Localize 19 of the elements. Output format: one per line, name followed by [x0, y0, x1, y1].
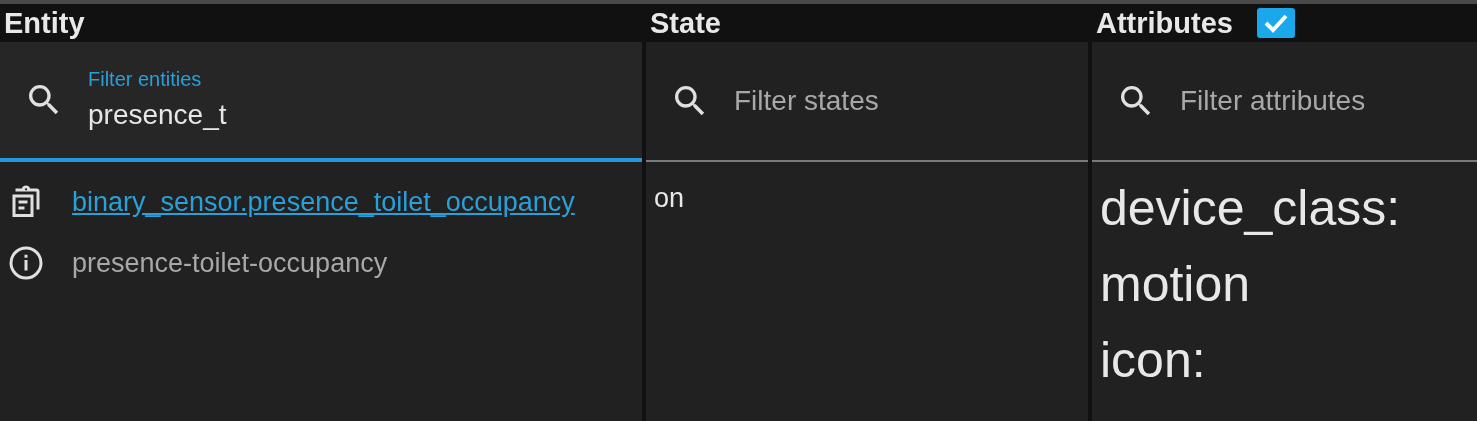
filter-field[interactable]: Filter entities presence_t: [0, 42, 642, 162]
column-header: Attributes: [1096, 8, 1233, 38]
attribute-key: device_class:: [1100, 170, 1469, 246]
entity-name: presence-toilet-occupancy: [72, 246, 388, 280]
field-placeholder: Filter states: [734, 84, 879, 118]
field-value: presence_t: [88, 98, 227, 132]
checkmark-icon: [1262, 12, 1289, 34]
filter-field[interactable]: Filter states: [646, 42, 1088, 162]
field-placeholder: Filter attributes: [1180, 84, 1366, 118]
column-header: State: [650, 8, 721, 38]
attribute-key: icon:: [1100, 322, 1469, 398]
field-label: Filter entities: [88, 67, 203, 92]
column-header: Entity: [4, 8, 85, 38]
attribute-value: motion: [1100, 255, 1252, 314]
entity-link[interactable]: binary_sensor.presence_toilet_occupancy: [72, 182, 575, 223]
checkbox[interactable]: [1256, 8, 1295, 38]
state-value: on: [653, 182, 686, 215]
info-icon: [8, 244, 44, 281]
filter-field[interactable]: Filter attributes: [1092, 42, 1477, 162]
